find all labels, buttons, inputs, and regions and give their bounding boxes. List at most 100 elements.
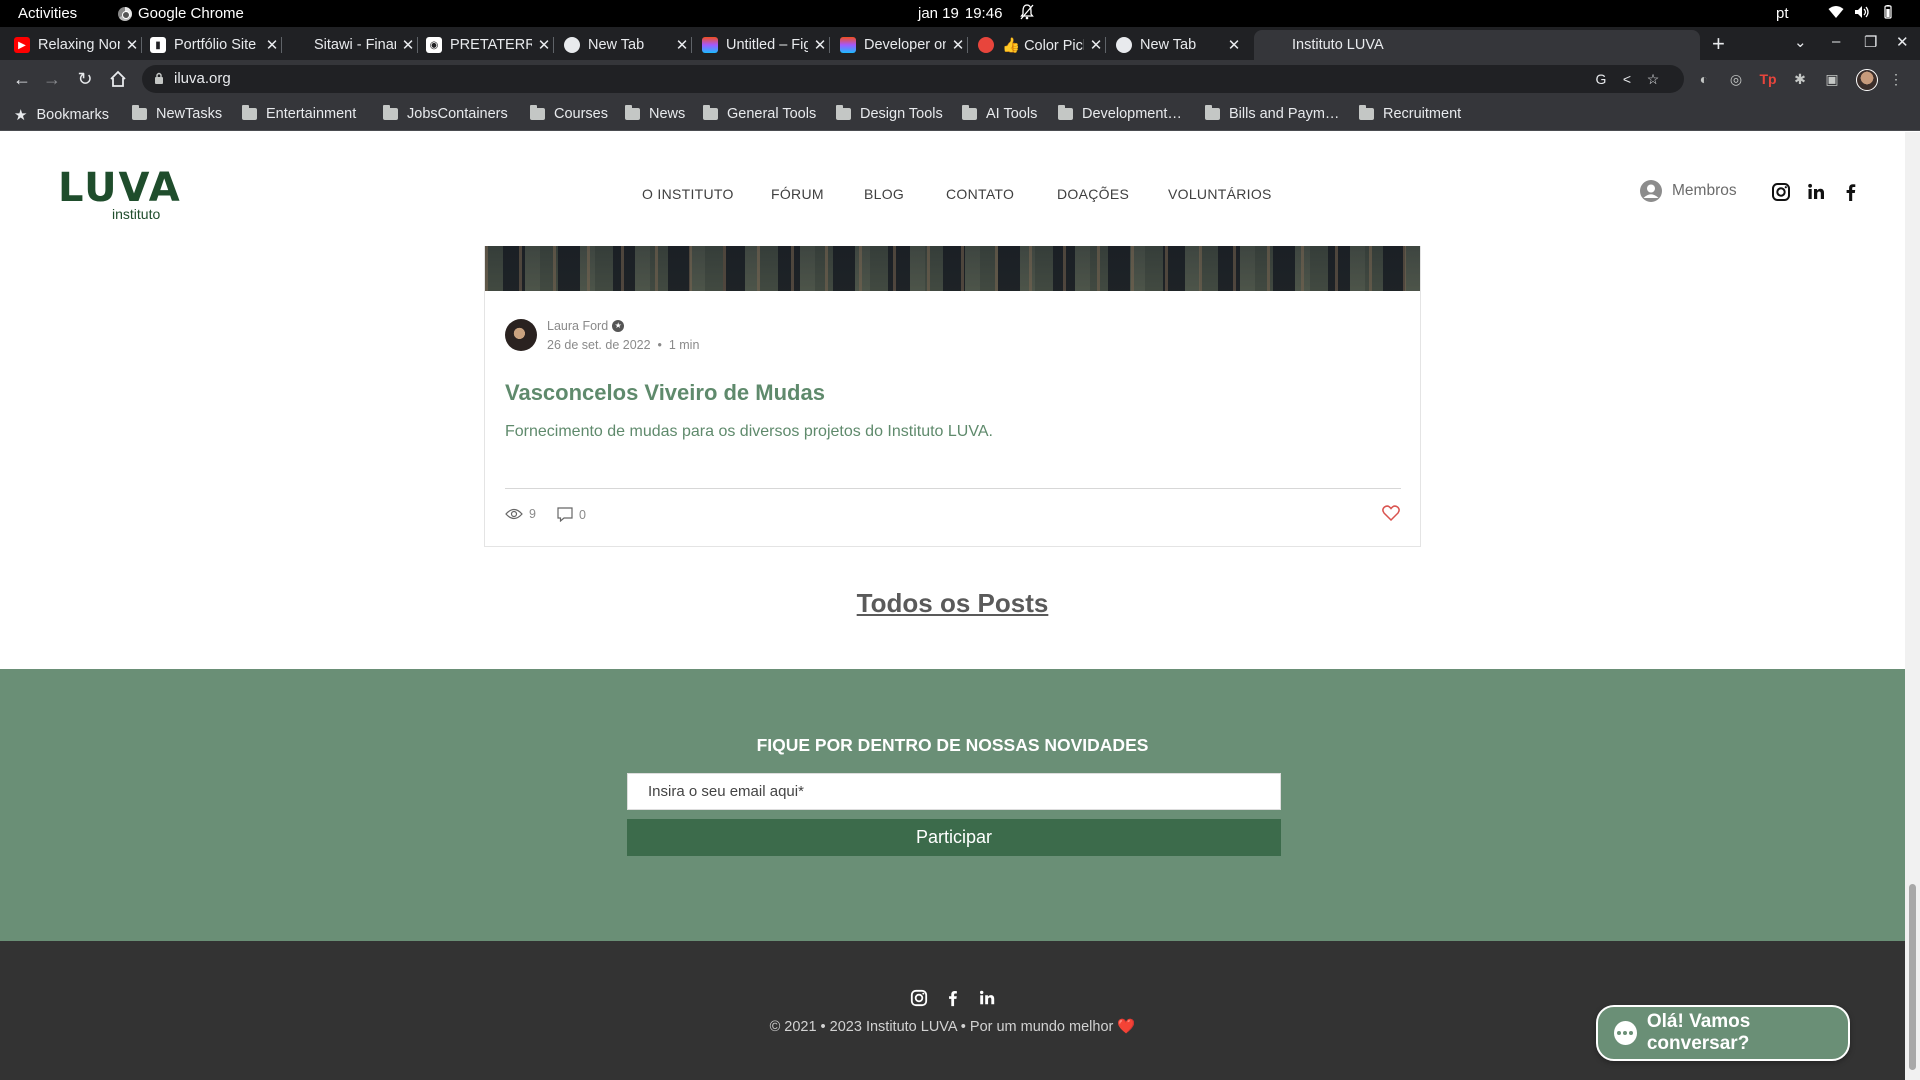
restore-icon[interactable]: ❐	[1864, 33, 1877, 51]
close-icon[interactable]: ✕	[812, 36, 828, 54]
nav-blog[interactable]: BLOG	[864, 186, 904, 202]
chrome-icon	[118, 6, 132, 21]
bookmark-folder[interactable]: NewTasks	[132, 105, 223, 122]
bookmarks-menu[interactable]: ★ Bookmarks	[14, 106, 109, 124]
chat-widget-button[interactable]: Olá! Vamos conversar?	[1596, 1005, 1850, 1061]
minimize-icon[interactable]: –	[1832, 33, 1840, 50]
close-icon[interactable]: ✕	[536, 36, 552, 54]
google-lens-icon[interactable]: G	[1592, 70, 1610, 88]
close-icon[interactable]: ✕	[1226, 36, 1242, 54]
bookmark-label: AI Tools	[986, 106, 1038, 122]
close-icon[interactable]: ✕	[674, 36, 690, 54]
members-login[interactable]: Membros	[1640, 180, 1737, 202]
bookmark-folder[interactable]: Bills and Paym…	[1205, 105, 1339, 122]
bookmark-folder[interactable]: Recruitment	[1359, 105, 1461, 122]
bookmark-folder[interactable]: Entertainment	[242, 105, 357, 122]
post-excerpt[interactable]: Fornecimento de mudas para os diversos p…	[505, 423, 993, 441]
home-icon[interactable]	[108, 69, 128, 89]
comment-icon	[557, 507, 573, 522]
nav-forum[interactable]: FÓRUM	[771, 186, 824, 202]
bookmark-folder[interactable]: News	[625, 105, 686, 122]
folder-icon	[962, 105, 977, 120]
extension-compass-icon[interactable]: ◎	[1726, 69, 1746, 89]
close-icon[interactable]: ✕	[1088, 36, 1104, 54]
tab-4[interactable]: New Tab ✕	[564, 30, 692, 60]
web-page: LUVA instituto O INSTITUTO FÓRUM BLOG CO…	[0, 132, 1905, 1080]
tab-0[interactable]: ▶ Relaxing Nordi ✕	[14, 30, 142, 60]
system-tray[interactable]	[1828, 5, 1896, 19]
tab-9-active[interactable]: Instituto LUVA	[1254, 30, 1700, 60]
bookmark-label: General Tools	[727, 106, 817, 122]
bookmark-folder[interactable]: Development…	[1058, 105, 1182, 122]
bookmark-star-icon[interactable]: ☆	[1644, 70, 1662, 88]
tab-5[interactable]: Untitled – Figm ✕	[702, 30, 830, 60]
extension-grammar-icon[interactable]: ◐	[1694, 69, 1714, 89]
language-indicator[interactable]: pt	[1776, 5, 1789, 22]
app-name: Google Chrome	[138, 5, 244, 22]
close-icon[interactable]: ✕	[400, 36, 416, 54]
email-field[interactable]	[627, 773, 1281, 810]
profile-avatar[interactable]	[1856, 69, 1878, 91]
bookmark-label: NewTasks	[156, 106, 223, 122]
tab-search-icon[interactable]: ⌄	[1794, 33, 1807, 51]
bookmark-label: Entertainment	[266, 106, 357, 122]
facebook-icon[interactable]	[1841, 182, 1861, 202]
nav-doacoes[interactable]: DOAÇÕES	[1057, 186, 1129, 202]
bookmark-folder[interactable]: General Tools	[703, 105, 817, 122]
nav-o-instituto[interactable]: O INSTITUTO	[642, 186, 734, 202]
address-bar[interactable]: iluva.org G < ☆	[142, 65, 1684, 93]
linkedin-icon[interactable]	[1806, 182, 1826, 202]
tab-3[interactable]: ◉ PRETATERRA | ✕	[426, 30, 554, 60]
comments-count[interactable]: 0	[557, 507, 586, 522]
side-panel-icon[interactable]: ▣	[1822, 69, 1842, 89]
bookmark-folder[interactable]: AI Tools	[962, 105, 1038, 122]
subscribe-button[interactable]: Participar	[627, 819, 1281, 856]
instagram-icon[interactable]	[1771, 182, 1791, 202]
clock[interactable]: jan 19 19:46	[918, 5, 1002, 22]
linkedin-icon[interactable]	[978, 989, 996, 1007]
close-icon[interactable]: ✕	[124, 36, 140, 54]
page-scrollbar[interactable]	[1905, 132, 1920, 1080]
back-icon[interactable]: ←	[12, 69, 32, 89]
menu-kebab-icon[interactable]: ⋮	[1886, 69, 1906, 89]
tab-1[interactable]: ▮ Portfólio Site o ✕	[150, 30, 282, 60]
bookmark-folder[interactable]: Courses	[530, 105, 608, 122]
bookmark-folder[interactable]: Design Tools	[836, 105, 943, 122]
post-cover-image[interactable]	[485, 246, 1420, 291]
forward-icon[interactable]: →	[42, 69, 62, 89]
tab-title: New Tab	[588, 37, 645, 53]
reload-icon[interactable]: ↻	[75, 69, 95, 89]
author-avatar[interactable]	[505, 319, 537, 351]
star-icon: ★	[14, 107, 28, 124]
extensions-puzzle-icon[interactable]: ✱	[1790, 69, 1810, 89]
tab-6[interactable]: Developer onb ✕	[840, 30, 968, 60]
instagram-icon[interactable]	[910, 989, 928, 1007]
like-heart-icon[interactable]	[1382, 505, 1400, 521]
bookmark-folder[interactable]: JobsContainers	[383, 105, 508, 122]
author-name-text: Laura Ford	[547, 319, 609, 333]
tab-8[interactable]: New Tab ✕	[1116, 30, 1242, 60]
post-title[interactable]: Vasconcelos Viveiro de Mudas	[505, 380, 825, 406]
activities-button[interactable]: Activities	[18, 5, 77, 22]
all-posts-link[interactable]: Todos os Posts	[0, 588, 1905, 619]
author-name[interactable]: Laura Ford ★	[547, 319, 625, 333]
folder-icon	[530, 105, 545, 120]
share-icon[interactable]: <	[1618, 70, 1636, 88]
figma-icon	[840, 37, 856, 53]
luva-logo[interactable]: LUVA instituto	[58, 168, 182, 222]
extension-tp-icon[interactable]: Tp	[1758, 69, 1778, 89]
blog-post-card[interactable]: Laura Ford ★ 26 de set. de 2022 • 1 min …	[484, 246, 1421, 547]
tab-7[interactable]: 👍 Color Picker ✕	[978, 30, 1106, 60]
scrollbar-thumb[interactable]	[1909, 884, 1916, 1070]
new-tab-button[interactable]: +	[1712, 31, 1725, 57]
nav-contato[interactable]: CONTATO	[946, 186, 1014, 202]
close-icon[interactable]: ✕	[950, 36, 966, 54]
app-menu[interactable]: Google Chrome	[118, 5, 244, 22]
facebook-icon[interactable]	[944, 989, 962, 1007]
bookmark-label: News	[649, 106, 686, 122]
tab-2[interactable]: Sitawi - Finança ✕	[290, 30, 418, 60]
bookmark-label: Design Tools	[860, 106, 943, 122]
window-close-icon[interactable]: ✕	[1896, 33, 1909, 51]
nav-voluntarios[interactable]: VOLUNTÁRIOS	[1168, 186, 1272, 202]
close-icon[interactable]: ✕	[264, 36, 280, 54]
